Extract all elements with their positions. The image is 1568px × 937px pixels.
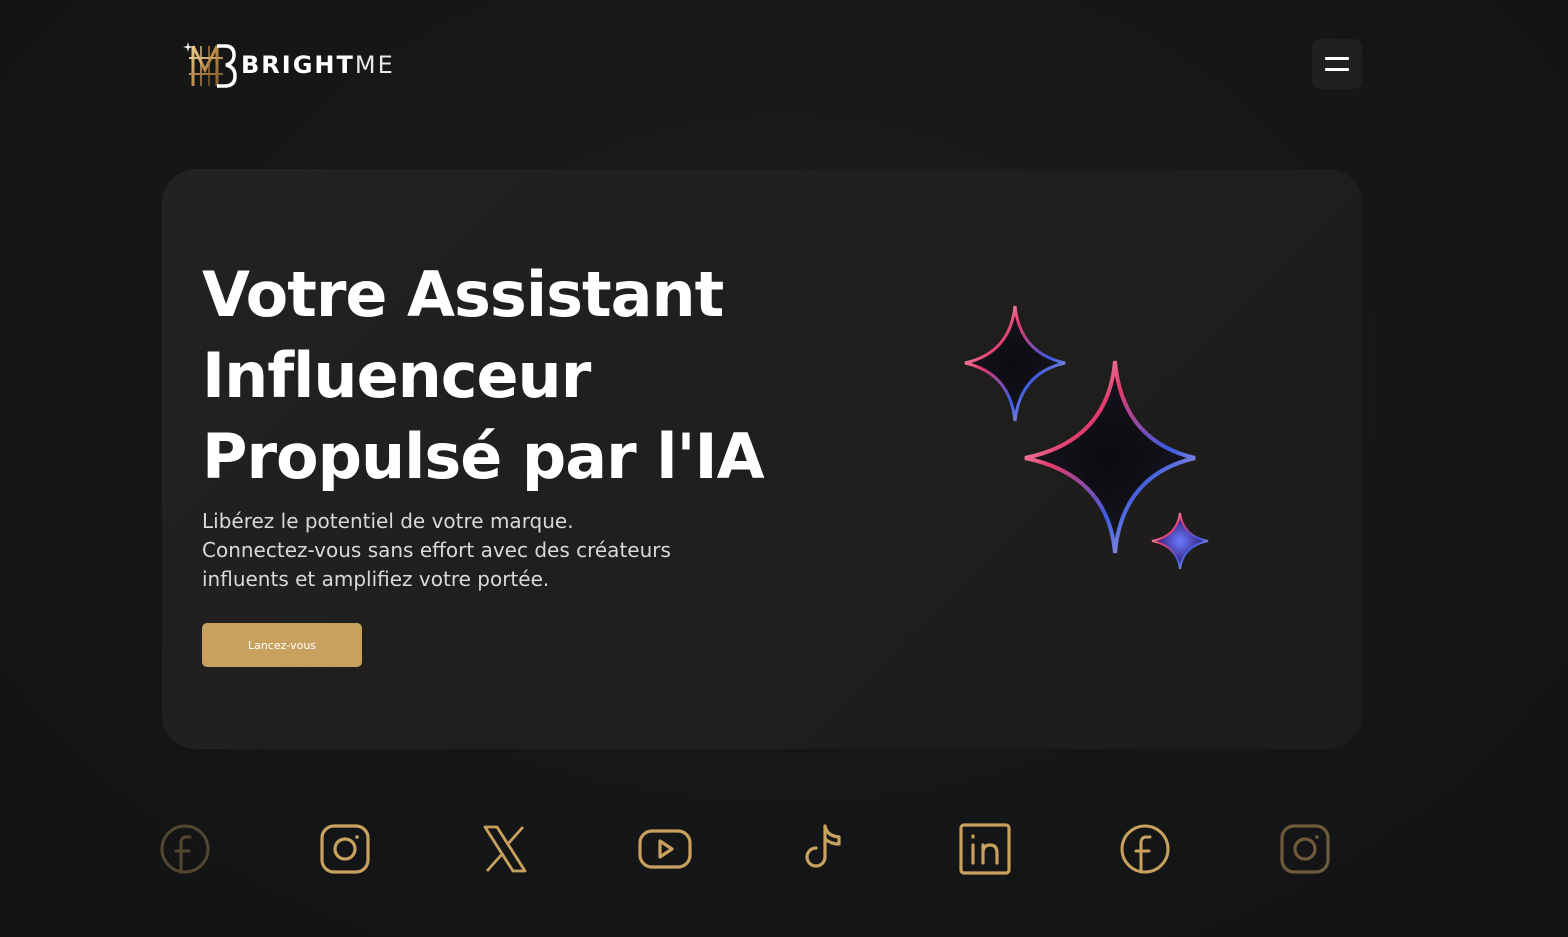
- hero-title-line: Votre Assistant: [202, 258, 724, 331]
- instagram-icon[interactable]: [1274, 818, 1336, 880]
- hero-title: Votre Assistant Influenceur Propulsé par…: [202, 254, 822, 497]
- youtube-icon[interactable]: [634, 818, 696, 880]
- hero-title-line: Influenceur: [202, 339, 591, 412]
- hamburger-menu-icon-bar: [1325, 68, 1349, 71]
- brand-name-light: ME: [354, 51, 395, 79]
- social-icons-strip: [160, 818, 1362, 880]
- brand-logo[interactable]: BRIGHTME: [183, 40, 395, 90]
- landing-page: BRIGHTME Votre Assistant Influenceur Pro…: [0, 0, 1568, 937]
- instagram-icon[interactable]: [314, 818, 376, 880]
- brand-name-bold: BRIGHT: [241, 51, 355, 79]
- hero-subtitle: Libérez le potentiel de votre marque. Co…: [202, 507, 762, 594]
- facebook-icon[interactable]: [154, 818, 216, 880]
- hero-card: Votre Assistant Influenceur Propulsé par…: [162, 169, 1362, 749]
- linkedin-icon[interactable]: [954, 818, 1016, 880]
- facebook-icon[interactable]: [1114, 818, 1176, 880]
- tiktok-icon[interactable]: [794, 818, 856, 880]
- hero-title-line: Propulsé par l'IA: [202, 420, 765, 493]
- hamburger-menu-icon: [1325, 57, 1349, 60]
- x-icon[interactable]: [474, 818, 536, 880]
- hamburger-menu-button[interactable]: [1312, 39, 1362, 89]
- brand-name: BRIGHTME: [241, 53, 395, 77]
- logo-monogram-icon: [183, 42, 237, 88]
- hero-subtitle-line: influents et amplifiez votre portée.: [202, 567, 550, 591]
- get-started-button[interactable]: Lancez-vous: [202, 623, 362, 667]
- hero-subtitle-line: Connectez-vous sans effort avec des créa…: [202, 538, 671, 562]
- hero-subtitle-line: Libérez le potentiel de votre marque.: [202, 509, 574, 533]
- sparkles-icon: [964, 305, 1209, 570]
